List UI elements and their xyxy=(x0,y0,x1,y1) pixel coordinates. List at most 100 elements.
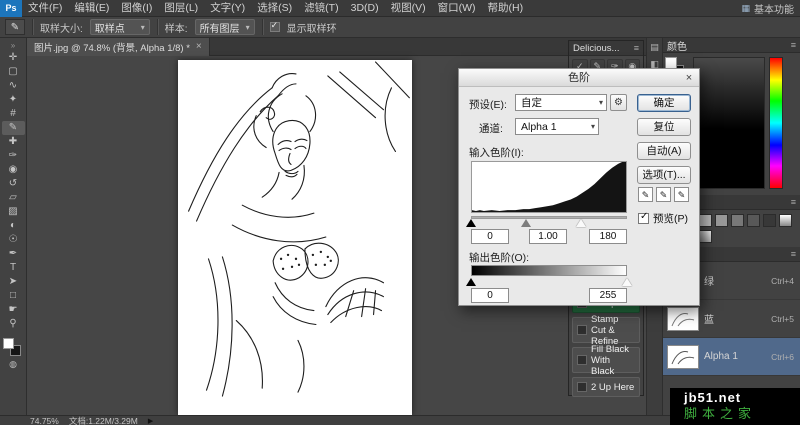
history-brush-tool[interactable]: ↺ xyxy=(2,177,25,191)
quick-selection-tool[interactable]: ✦ xyxy=(2,93,25,107)
eyedropper-tool[interactable]: ✎ xyxy=(1,121,25,135)
input-highlight-slider[interactable] xyxy=(576,219,586,227)
blur-tool[interactable]: ◐ xyxy=(2,219,25,233)
black-point-eyedropper-icon[interactable]: ✎ xyxy=(638,187,653,202)
output-highlight-slider[interactable] xyxy=(622,278,632,286)
preview-checkbox[interactable] xyxy=(638,211,649,224)
menu-view[interactable]: 视图(V) xyxy=(385,0,432,16)
lasso-tool[interactable]: ∿ xyxy=(2,79,25,93)
options-button[interactable]: 选项(T)... xyxy=(637,166,691,184)
marquee-tool[interactable]: ▢ xyxy=(2,65,25,79)
menu-help[interactable]: 帮助(H) xyxy=(482,0,530,16)
move-tool[interactable]: ✛ xyxy=(2,51,25,65)
panel-menu-icon[interactable]: ≡ xyxy=(791,40,796,50)
zoom-tool[interactable]: ⚲ xyxy=(2,317,25,331)
menu-layer[interactable]: 图层(L) xyxy=(158,0,204,16)
shape-tool-icon: □ xyxy=(9,290,17,301)
foreground-color-swatch[interactable] xyxy=(3,338,14,349)
path-selection-tool[interactable]: ➤ xyxy=(2,275,25,289)
style-swatch[interactable] xyxy=(699,214,712,227)
channel-thumbnail xyxy=(667,344,699,369)
input-shadow-slider[interactable] xyxy=(466,219,476,227)
history-brush-tool-icon: ↺ xyxy=(8,178,18,189)
canvas[interactable] xyxy=(178,60,412,415)
output-highlight-field[interactable] xyxy=(589,288,627,303)
dialog-close-icon[interactable]: × xyxy=(682,71,696,84)
output-shadow-field[interactable] xyxy=(471,288,509,303)
status-menu-arrow-icon[interactable]: ▶ xyxy=(148,417,153,425)
actions-panel-header[interactable]: Delicious... ≡ xyxy=(569,41,643,56)
path-selection-tool-icon: ➤ xyxy=(8,276,18,287)
dropdown-arrow-icon: ▾ xyxy=(598,98,603,107)
style-swatch[interactable] xyxy=(715,214,728,227)
collapsed-panel-icon[interactable]: ▤ xyxy=(650,42,659,53)
gray-point-eyedropper-icon[interactable]: ✎ xyxy=(656,187,671,202)
panel-menu-icon[interactable]: ≡ xyxy=(791,197,796,207)
panel-collapse-icon[interactable]: » xyxy=(11,41,15,51)
menu-file[interactable]: 文件(F) xyxy=(22,0,68,16)
white-point-eyedropper-icon[interactable]: ✎ xyxy=(674,187,689,202)
reset-button[interactable]: 复位 xyxy=(637,118,691,136)
document-tab[interactable]: 图片.jpg @ 74.8% (背景, Alpha 1/8) * × xyxy=(27,38,210,56)
preset-dropdown[interactable]: 自定 ▾ xyxy=(515,94,607,111)
eraser-tool[interactable]: ▱ xyxy=(2,191,25,205)
color-swatches[interactable] xyxy=(2,337,24,359)
style-swatch[interactable] xyxy=(747,214,760,227)
style-swatch[interactable] xyxy=(763,214,776,227)
input-shadow-field[interactable] xyxy=(471,229,509,244)
healing-brush-tool[interactable]: ✚ xyxy=(2,135,25,149)
menu-edit[interactable]: 编辑(E) xyxy=(68,0,115,16)
current-tool-icon[interactable]: ✎ xyxy=(5,19,25,35)
sample-size-dropdown[interactable]: 取样点 ▾ xyxy=(89,19,150,35)
pen-tool[interactable]: ✒ xyxy=(2,247,25,261)
channel-dropdown[interactable]: Alpha 1 ▾ xyxy=(515,118,599,135)
menu-window[interactable]: 窗口(W) xyxy=(432,0,482,16)
preset-options-gear-icon[interactable]: ⚙ xyxy=(610,94,627,111)
shape-tool[interactable]: □ xyxy=(2,289,25,303)
channel-row-alpha-1[interactable]: Alpha 1 Ctrl+6 xyxy=(663,338,800,376)
quick-mask-icon[interactable]: ◍ xyxy=(9,359,17,372)
zoom-level[interactable]: 74.75% xyxy=(30,416,59,425)
style-swatch[interactable] xyxy=(779,214,792,227)
menu-type[interactable]: 文字(Y) xyxy=(204,0,251,16)
preview-option: 预览(P) xyxy=(638,211,688,226)
dodge-tool[interactable]: ☉ xyxy=(2,233,25,247)
gradient-tool[interactable]: ▨ xyxy=(2,205,25,219)
options-bar: ✎ 取样大小: 取样点 ▾ 样本: 所有图层 ▾ 显示取样环 xyxy=(0,17,800,38)
levels-dialog: 色阶 × 预设(E): 自定 ▾ ⚙ 确定 通道: Alpha 1 ▾ 复位 输… xyxy=(458,68,700,306)
eraser-tool-icon: ▱ xyxy=(9,192,17,203)
action-button-fill-black[interactable]: Fill Black With Black xyxy=(572,344,640,377)
hue-strip[interactable] xyxy=(769,57,783,189)
show-sampling-ring-checkbox[interactable] xyxy=(269,20,280,32)
action-button-stamp-cut-refine[interactable]: Stamp Cut & Refine xyxy=(572,314,640,347)
input-gamma-slider[interactable] xyxy=(521,219,531,227)
action-button-2-up-here[interactable]: 2 Up Here xyxy=(572,377,640,397)
input-gamma-field[interactable] xyxy=(529,229,567,244)
style-swatch[interactable] xyxy=(731,214,744,227)
hand-tool[interactable]: ☛ xyxy=(2,303,25,317)
panel-menu-icon[interactable]: ≡ xyxy=(634,43,639,53)
menu-select[interactable]: 选择(S) xyxy=(251,0,298,16)
brush-tool[interactable]: ✑ xyxy=(2,149,25,163)
input-highlight-field[interactable] xyxy=(589,229,627,244)
tab-close-icon[interactable]: × xyxy=(196,42,202,52)
levels-dialog-titlebar[interactable]: 色阶 × xyxy=(459,69,699,87)
clone-stamp-tool[interactable]: ◉ xyxy=(2,163,25,177)
auto-button[interactable]: 自动(A) xyxy=(637,142,691,160)
color-saturation-field[interactable] xyxy=(693,57,765,189)
pen-tool-icon: ✒ xyxy=(8,248,18,259)
menu-filter[interactable]: 滤镜(T) xyxy=(298,0,344,16)
color-panel-header[interactable]: 颜色 ≡ xyxy=(663,38,800,53)
output-shadow-slider[interactable] xyxy=(466,278,476,286)
ok-button[interactable]: 确定 xyxy=(637,94,691,112)
crop-tool[interactable]: # xyxy=(2,107,25,121)
menu-image[interactable]: 图像(I) xyxy=(115,0,158,16)
preview-label: 预览(P) xyxy=(653,213,688,225)
menu-3d[interactable]: 3D(D) xyxy=(345,0,385,16)
sample-dropdown[interactable]: 所有图层 ▾ xyxy=(194,19,255,35)
type-tool[interactable]: T xyxy=(2,261,25,275)
style-swatch[interactable] xyxy=(699,230,712,243)
panel-menu-icon[interactable]: ≡ xyxy=(791,249,796,259)
workspace-switcher[interactable]: ▦ 基本功能 xyxy=(741,0,794,17)
move-tool-icon: ✛ xyxy=(8,52,18,63)
